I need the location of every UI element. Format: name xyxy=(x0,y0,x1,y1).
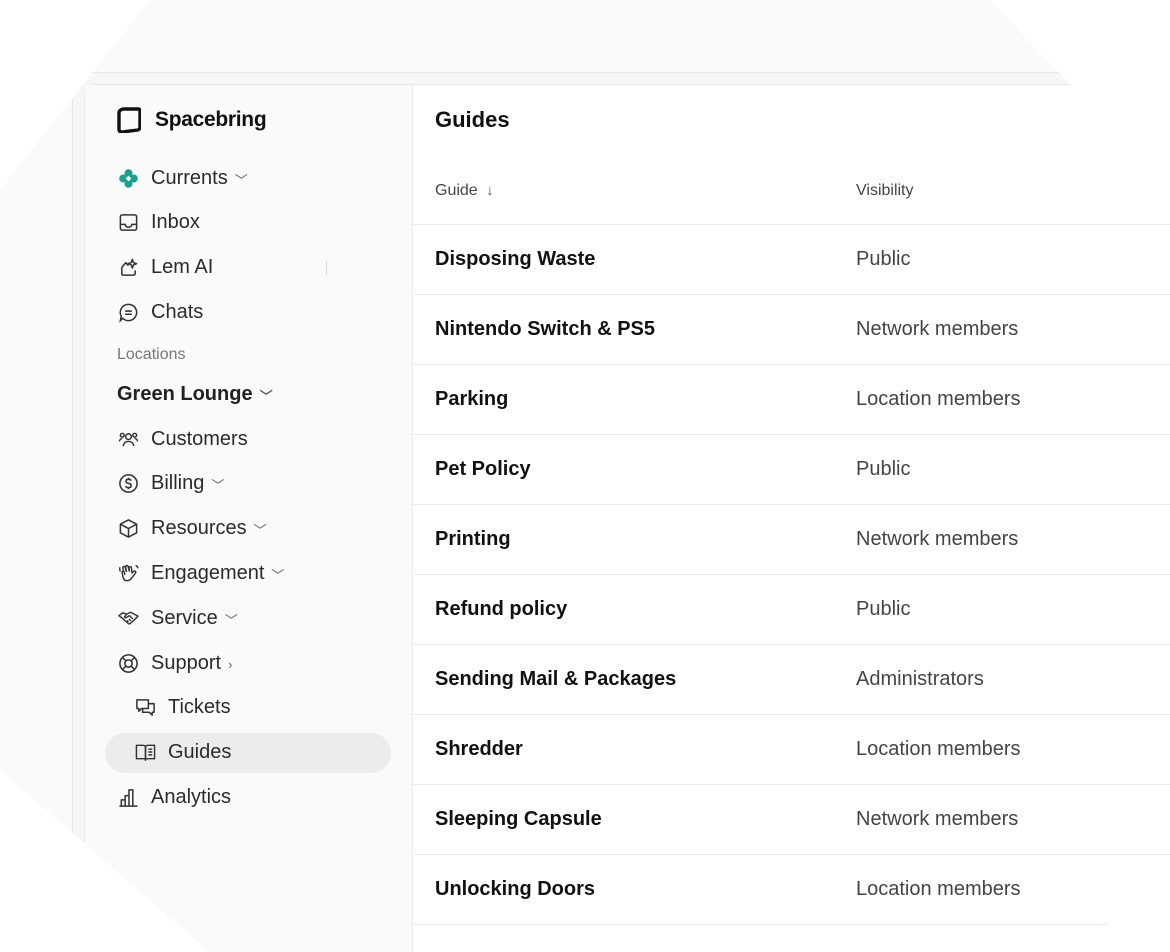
sort-arrow-down-icon: ↓ xyxy=(486,181,494,199)
currents-icon xyxy=(117,167,139,189)
table-row[interactable]: Nintendo Switch & PS5 Network members xyxy=(413,295,1170,365)
sidebar-item-label: Engagement xyxy=(151,562,265,585)
guide-title: Sending Mail & Packages xyxy=(435,668,677,690)
app-window: Spacebring Currents ﹀ Inbox Lem AI Chats… xyxy=(84,84,1170,952)
screenshot-stage: Spacebring Currents ﹀ Inbox Lem AI Chats… xyxy=(0,0,1170,952)
sidebar-item-label: Service xyxy=(151,606,218,629)
guide-title: Nintendo Switch & PS5 xyxy=(435,318,656,340)
handshake-icon xyxy=(117,607,139,629)
guide-visibility: Network members xyxy=(856,528,1019,550)
table-row[interactable]: Shredder Location members xyxy=(413,715,1170,785)
guide-title: Pet Policy xyxy=(435,458,531,480)
bar-chart-icon xyxy=(117,787,139,809)
guide-visibility: Network members xyxy=(856,808,1019,830)
sidebar-item-label: Currents xyxy=(151,166,228,189)
sidebar-item-billing[interactable]: Billing ﹀ xyxy=(105,464,391,504)
sidebar-item-inbox[interactable]: Inbox xyxy=(105,203,391,243)
brand-name: Spacebring xyxy=(155,108,267,131)
guide-title: Printing xyxy=(435,528,511,550)
sidebar-item-support[interactable]: Support › xyxy=(105,643,391,683)
location-name: Green Lounge xyxy=(117,382,253,405)
table-row[interactable]: Parking Location members xyxy=(413,365,1170,435)
table-row[interactable]: Refund policy Public xyxy=(413,575,1170,645)
chevron-down-icon: ﹀ xyxy=(259,388,273,404)
locations-label: Locations xyxy=(117,346,186,364)
book-icon xyxy=(134,742,156,764)
guide-visibility: Location members xyxy=(856,738,1021,760)
guide-title: Parking xyxy=(435,388,509,410)
chevron-down-icon: ﹀ xyxy=(234,172,248,188)
inbox-icon xyxy=(117,212,139,234)
sidebar-item-label: Tickets xyxy=(168,696,231,719)
sidebar-item-service[interactable]: Service ﹀ xyxy=(105,598,391,638)
divider xyxy=(326,260,327,275)
sidebar-item-label: Guides xyxy=(168,741,232,764)
lifebuoy-icon xyxy=(117,652,139,674)
column-header-label: Guide xyxy=(435,181,478,199)
chevron-down-icon: ﹀ xyxy=(253,523,267,539)
location-selector[interactable]: Green Lounge ﹀ xyxy=(105,374,391,414)
sidebar-item-customers[interactable]: Customers xyxy=(105,419,391,459)
sidebar-item-currents[interactable]: Currents ﹀ xyxy=(105,158,391,198)
guide-visibility: Public xyxy=(856,458,911,480)
table-header: Guide ↓ Visibility xyxy=(413,157,1170,225)
guide-visibility: Administrators xyxy=(856,668,984,690)
column-header-visibility[interactable]: Visibility xyxy=(856,182,1170,200)
table-row[interactable]: Unlocking Doors Location members xyxy=(413,855,1170,925)
sidebar-item-label: Analytics xyxy=(151,786,232,809)
sidebar-item-chats[interactable]: Chats xyxy=(105,292,391,332)
table-row[interactable]: Pet Policy Public xyxy=(413,435,1170,505)
column-header-guide[interactable]: Guide ↓ xyxy=(413,182,856,200)
sidebar-item-label: Billing xyxy=(151,472,205,495)
guide-visibility: Public xyxy=(856,248,911,270)
sidebar-item-label: Customers xyxy=(151,427,248,450)
sidebar: Spacebring Currents ﹀ Inbox Lem AI Chats… xyxy=(85,85,413,952)
table-row[interactable]: Sending Mail & Packages Administrators xyxy=(413,645,1170,715)
customers-icon xyxy=(117,428,139,450)
sidebar-item-tickets[interactable]: Tickets xyxy=(105,688,391,728)
guides-table: Guide ↓ Visibility Disposing Waste Publi… xyxy=(413,157,1170,925)
lem-ai-icon xyxy=(117,257,139,279)
page-title: Guides xyxy=(435,107,510,132)
sidebar-item-analytics[interactable]: Analytics xyxy=(105,778,391,818)
sidebar-item-label: Lem AI xyxy=(151,256,214,279)
guide-visibility: Location members xyxy=(856,388,1021,410)
guide-visibility: Public xyxy=(856,598,911,620)
chevron-down-icon: ﹀ xyxy=(211,478,225,494)
spacebring-logo-icon xyxy=(117,107,141,133)
sidebar-item-engagement[interactable]: Engagement ﹀ xyxy=(105,554,391,594)
waving-hand-icon xyxy=(117,563,139,585)
sidebar-item-label: Resources xyxy=(151,517,247,540)
sidebar-item-label: Inbox xyxy=(151,211,200,234)
chevron-right-icon: › xyxy=(228,656,233,672)
guide-title: Unlocking Doors xyxy=(435,878,596,900)
main-content: Guides Guide ↓ Visibility Disposing Wast… xyxy=(413,85,1170,952)
guide-visibility: Network members xyxy=(856,318,1019,340)
table-row[interactable]: Printing Network members xyxy=(413,505,1170,575)
sidebar-nav: Currents ﹀ Inbox Lem AI Chats Locations … xyxy=(105,158,391,822)
sidebar-item-label: Chats xyxy=(151,300,204,323)
brand[interactable]: Spacebring xyxy=(117,107,267,133)
sidebar-item-resources[interactable]: Resources ﹀ xyxy=(105,509,391,549)
chevron-down-icon: ﹀ xyxy=(271,568,285,584)
guide-visibility: Location members xyxy=(856,878,1021,900)
billing-icon xyxy=(117,473,139,495)
chat-icon xyxy=(117,301,139,323)
chevron-down-icon: ﹀ xyxy=(224,612,238,628)
sidebar-item-guides[interactable]: Guides xyxy=(105,732,391,773)
guide-title: Shredder xyxy=(435,738,523,760)
tickets-icon xyxy=(134,697,156,719)
resources-icon xyxy=(117,518,139,540)
sidebar-item-lem-ai[interactable]: Lem AI xyxy=(105,248,391,288)
guide-title: Disposing Waste xyxy=(435,248,596,270)
guide-title: Refund policy xyxy=(435,598,568,620)
table-row[interactable]: Disposing Waste Public xyxy=(413,225,1170,295)
guide-title: Sleeping Capsule xyxy=(435,808,602,830)
table-row[interactable]: Sleeping Capsule Network members xyxy=(413,785,1170,855)
sidebar-item-label: Support xyxy=(151,651,222,674)
